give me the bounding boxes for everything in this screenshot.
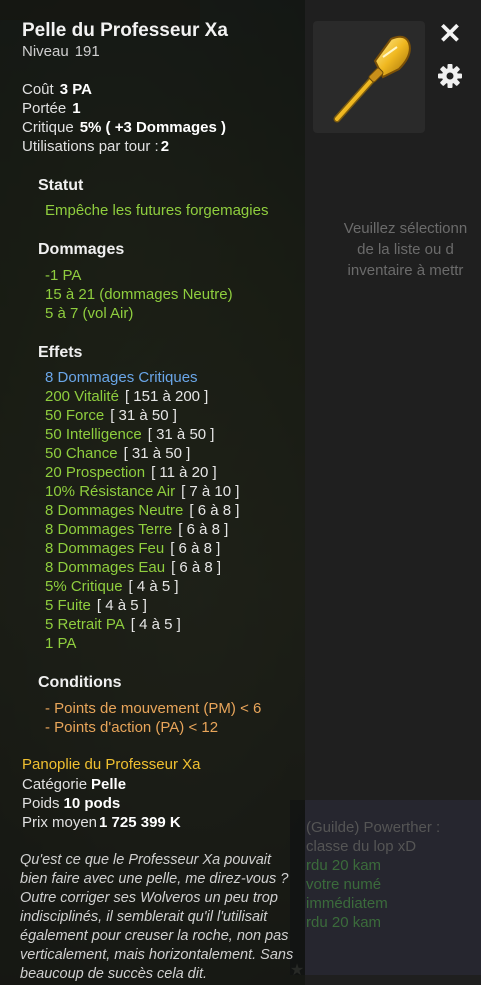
effect-line: 5% Critique [ 4 à 5 ] [45,578,179,595]
critical-label: Critique [22,119,74,136]
effect-text: 8 Dommages Eau [45,559,166,576]
chat-line: immédiatem [306,895,388,912]
level-value: 191 [74,43,100,60]
set-name[interactable]: Panoplie du Professeur Xa [22,756,200,773]
effect-text: 8 Dommages Feu [45,540,165,557]
dommages-title: Dommages [38,241,125,258]
effect-range: [ 31 à 50 ] [123,445,191,462]
effect-value: 8 [45,369,54,386]
item-tooltip: Pelle du Professeur Xa Niveau 191 Coût 3 P… [0,0,305,985]
effect-range: [ 6 à 8 ] [178,521,229,538]
item-name: Pelle du Professeur Xa [22,20,228,41]
cost-label: Coût [22,81,54,98]
condition-line: - Points d'action (PA) < 12 [45,719,219,736]
statut-text: Empêche les futures forgemagies [45,202,269,219]
effect-line: 1 PA [45,635,76,652]
effect-line-critical-damage: 8 Dommages Critiques [45,369,198,386]
effect-text: 8 Dommages Neutre [45,502,184,519]
item-level: Niveau 191 [22,43,100,60]
statut-title: Statut [38,177,84,194]
effect-line: 50 Intelligence [ 31 à 50 ] [45,426,214,443]
close-button[interactable]: ✕ [434,18,466,50]
category-value: Pelle [91,776,127,793]
condition-line: - Points de mouvement (PM) < 6 [45,700,262,717]
chat-line: rdu 20 kam [306,914,382,931]
effect-line: 10% Résistance Air [ 7 à 10 ] [45,483,239,500]
item-icon-box [313,21,425,133]
range-value: 1 [72,100,81,117]
effect-text: 20 Prospection [45,464,146,481]
gear-icon [438,64,462,88]
cost-value: 3 PA [59,81,92,98]
effect-line: 50 Force [ 31 à 50 ] [45,407,177,424]
effets-title: Effets [38,344,83,361]
weight-label: Poids [22,795,60,812]
effect-text: 50 Chance [45,445,118,462]
effect-line: 5 Fuite [ 4 à 5 ] [45,597,147,614]
effect-line: 50 Chance [ 31 à 50 ] [45,445,190,462]
price-label: Prix moyen [22,814,98,831]
damage-line: 5 à 7 (vol Air) [45,305,134,322]
effect-range: [ 4 à 5 ] [128,578,179,595]
effect-range: [ 4 à 5 ] [130,616,181,633]
effect-text: Dommages Critiques [57,369,198,386]
effect-range: [ 6 à 8 ] [170,540,221,557]
weight-value: 10 pods [63,795,121,812]
effect-line: 8 Dommages Feu [ 6 à 8 ] [45,540,220,557]
effect-text: 5 Retrait PA [45,616,125,633]
effect-range: [ 7 à 10 ] [181,483,240,500]
chat-area[interactable]: (Guilde) Powerther : classe du lop xD rd… [290,800,481,975]
effect-range: [ 4 à 5 ] [96,597,147,614]
chat-line: (Guilde) Powerther : [306,819,441,836]
price-value: 1 725 399 K [99,814,181,831]
effect-line: 200 Vitalité [ 151 à 200 ] [45,388,208,405]
category-label: Catégorie [22,776,88,793]
damage-line: 15 à 21 (dommages Neutre) [45,286,233,303]
effect-line: 8 Dommages Neutre [ 6 à 8 ] [45,502,239,519]
effect-text: 1 PA [45,635,77,652]
conditions-title: Conditions [38,674,122,691]
effect-range: [ 151 à 200 ] [124,388,209,405]
effect-range: [ 6 à 8 ] [189,502,240,519]
chat-line: votre numé [306,876,382,893]
effect-line: 8 Dommages Eau [ 6 à 8 ] [45,559,221,576]
effect-text: 200 Vitalité [45,388,119,405]
close-icon: ✕ [438,18,462,49]
range-label: Portée [22,100,67,117]
effect-text: 8 Dommages Terre [45,521,173,538]
level-label: Niveau [22,43,69,60]
effect-text: 50 Intelligence [45,426,142,443]
effect-text: 10% Résistance Air [45,483,176,500]
effect-line: 20 Prospection [ 11 à 20 ] [45,464,217,481]
chat-line: classe du lop xD [306,838,417,855]
item-description: Qu'est ce que le Professeur Xa pouvait b… [20,852,294,982]
shovel-icon [333,35,411,123]
category: Catégorie Pelle [22,776,126,793]
effect-range: [ 31 à 50 ] [110,407,177,424]
effect-range: [ 11 à 20 ] [151,464,217,481]
damage-line: -1 PA [45,267,82,284]
effect-range: [ 6 à 8 ] [171,559,222,576]
chat-line: rdu 20 kam [306,857,382,874]
effect-text: 5% Critique [45,578,123,595]
effect-line: 5 Retrait PA [ 4 à 5 ] [45,616,181,633]
inventory-hint: Veuillez sélectionn de la liste ou d inv… [343,220,468,279]
critical-value: 5% ( +3 Dommages ) [79,119,226,136]
uses-value: 2 [160,138,170,155]
weapon-stats: Coût 3 PA Portée 1 Critique 5% ( +3 Dommage… [22,80,226,156]
effect-range: [ 31 à 50 ] [147,426,215,443]
effect-line: 8 Dommages Terre [ 6 à 8 ] [45,521,228,538]
effect-text: 50 Force [45,407,105,424]
weight: Poids 10 pods [22,795,120,812]
price: Prix moyen 1 725 399 K [22,814,181,831]
settings-button[interactable] [434,60,466,92]
uses-label: Utilisations par tour : [22,138,159,155]
effect-text: 5 Fuite [45,597,91,614]
